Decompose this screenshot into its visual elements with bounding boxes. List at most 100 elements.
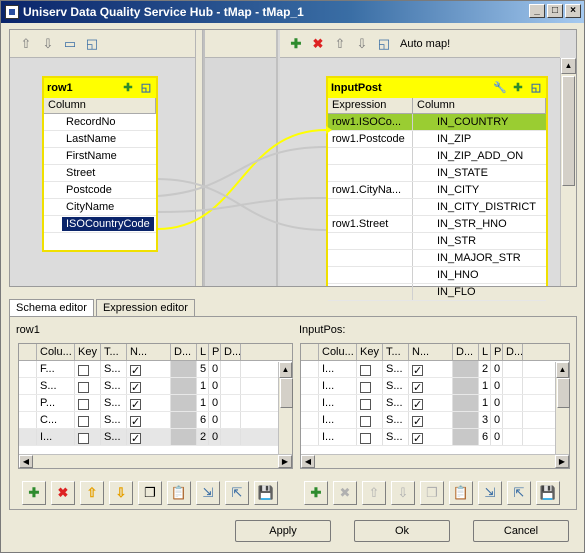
schema-row[interactable]: I... S... 20: [301, 361, 569, 378]
schema-row[interactable]: S... S... 10: [19, 378, 292, 395]
grid-header-cell[interactable]: T...: [383, 344, 409, 360]
move-down-icon[interactable]: ⇩: [391, 481, 415, 505]
grid-header-cell[interactable]: Key: [75, 344, 101, 360]
scroll-thumb[interactable]: [557, 378, 570, 408]
cancel-button[interactable]: Cancel: [473, 520, 569, 542]
schema-row[interactable]: I... S... 20: [19, 429, 292, 446]
nullable-checkbox[interactable]: [127, 412, 171, 428]
nullable-checkbox[interactable]: [409, 361, 453, 377]
scroll-right-icon[interactable]: ▶: [555, 455, 569, 468]
checkbox-icon[interactable]: [78, 381, 89, 393]
schema-row[interactable]: F... S... 50: [19, 361, 292, 378]
scroll-up-icon[interactable]: ▲: [556, 362, 569, 378]
grid-header-cell[interactable]: T...: [101, 344, 127, 360]
grid-header-cell[interactable]: Colu...: [319, 344, 357, 360]
key-checkbox[interactable]: [75, 395, 101, 411]
nullable-checkbox[interactable]: [127, 429, 171, 445]
checked-checkbox-icon[interactable]: [130, 380, 141, 394]
left-grid-vscroll[interactable]: ▲: [278, 362, 293, 454]
move-down-icon[interactable]: ⇩: [109, 481, 133, 505]
import-icon[interactable]: ⇲: [478, 481, 502, 505]
checked-checkbox-icon[interactable]: [412, 397, 423, 411]
checkbox-icon[interactable]: [78, 398, 89, 410]
export-icon[interactable]: ⇱: [507, 481, 531, 505]
schema-row[interactable]: I... S... 10: [301, 378, 569, 395]
minimize-button[interactable]: _: [529, 4, 545, 18]
nullable-checkbox[interactable]: [409, 429, 453, 445]
schema-row[interactable]: C... S... 60: [19, 412, 292, 429]
delete-icon[interactable]: ✖: [51, 481, 75, 505]
schema-row[interactable]: I... S... 60: [301, 429, 569, 446]
apply-button[interactable]: Apply: [235, 520, 331, 542]
copy-icon[interactable]: ❐: [138, 481, 162, 505]
move-up-icon[interactable]: ⇧: [362, 481, 386, 505]
add-icon[interactable]: ✚: [22, 481, 46, 505]
checkbox-icon[interactable]: [360, 381, 371, 393]
grid-header-cell[interactable]: Key: [357, 344, 383, 360]
schema-row[interactable]: P... S... 10: [19, 395, 292, 412]
scroll-thumb[interactable]: [280, 378, 293, 408]
key-checkbox[interactable]: [75, 361, 101, 377]
checked-checkbox-icon[interactable]: [130, 397, 141, 411]
checkbox-icon[interactable]: [360, 398, 371, 410]
grid-header-cell[interactable]: Colu...: [37, 344, 75, 360]
right-grid-hscroll[interactable]: ◀ ▶: [301, 454, 569, 468]
move-up-icon[interactable]: ⇧: [80, 481, 104, 505]
checkbox-icon[interactable]: [78, 415, 89, 427]
left-grid-hscroll[interactable]: ◀ ▶: [19, 454, 292, 468]
grid-header-cell[interactable]: N...: [409, 344, 453, 360]
left-schema-grid[interactable]: Colu...KeyT...N...D...LPD... F...S...50S…: [18, 343, 293, 469]
checkbox-icon[interactable]: [78, 364, 89, 376]
nullable-checkbox[interactable]: [127, 395, 171, 411]
nullable-checkbox[interactable]: [127, 361, 171, 377]
checked-checkbox-icon[interactable]: [412, 363, 423, 377]
nullable-checkbox[interactable]: [409, 395, 453, 411]
checkbox-icon[interactable]: [360, 432, 371, 444]
grid-header-cell[interactable]: L: [197, 344, 209, 360]
save-icon[interactable]: 💾: [536, 481, 560, 505]
right-grid-vscroll[interactable]: ▲: [555, 362, 570, 454]
checked-checkbox-icon[interactable]: [412, 431, 423, 445]
grid-header-cell[interactable]: D...: [171, 344, 197, 360]
schema-row[interactable]: I... S... 10: [301, 395, 569, 412]
grid-header-cell[interactable]: D...: [221, 344, 241, 360]
paste-icon[interactable]: 📋: [167, 481, 191, 505]
export-icon[interactable]: ⇱: [225, 481, 249, 505]
checked-checkbox-icon[interactable]: [130, 414, 141, 428]
key-checkbox[interactable]: [75, 378, 101, 394]
checked-checkbox-icon[interactable]: [412, 414, 423, 428]
grid-header-cell[interactable]: L: [479, 344, 491, 360]
copy-icon[interactable]: ❐: [420, 481, 444, 505]
scroll-up-icon[interactable]: ▲: [279, 362, 292, 378]
output-column-row[interactable]: IN_FLO: [328, 284, 546, 301]
key-checkbox[interactable]: [357, 429, 383, 445]
paste-icon[interactable]: 📋: [449, 481, 473, 505]
key-checkbox[interactable]: [75, 412, 101, 428]
schema-row[interactable]: I... S... 30: [301, 412, 569, 429]
right-schema-grid[interactable]: Colu...KeyT...N...D...LPD... I...S...20I…: [300, 343, 570, 469]
checked-checkbox-icon[interactable]: [412, 380, 423, 394]
import-icon[interactable]: ⇲: [196, 481, 220, 505]
grid-header-cell[interactable]: D...: [503, 344, 523, 360]
save-icon[interactable]: 💾: [254, 481, 278, 505]
close-button[interactable]: ×: [565, 4, 581, 18]
maximize-button[interactable]: □: [547, 4, 563, 18]
grid-header-cell[interactable]: P: [209, 344, 221, 360]
tab-expression-editor[interactable]: Expression editor: [95, 299, 195, 317]
checked-checkbox-icon[interactable]: [130, 363, 141, 377]
scroll-left-icon[interactable]: ◀: [301, 455, 315, 468]
nullable-checkbox[interactable]: [127, 378, 171, 394]
checkbox-icon[interactable]: [360, 415, 371, 427]
grid-header-cell[interactable]: N...: [127, 344, 171, 360]
scroll-right-icon[interactable]: ▶: [278, 455, 292, 468]
nullable-checkbox[interactable]: [409, 378, 453, 394]
checkbox-icon[interactable]: [360, 364, 371, 376]
key-checkbox[interactable]: [75, 429, 101, 445]
output-expression[interactable]: [328, 284, 413, 300]
tab-schema-editor[interactable]: Schema editor: [9, 299, 94, 317]
scroll-left-icon[interactable]: ◀: [19, 455, 33, 468]
key-checkbox[interactable]: [357, 361, 383, 377]
grid-header-cell[interactable]: D...: [453, 344, 479, 360]
key-checkbox[interactable]: [357, 395, 383, 411]
grid-header-cell[interactable]: [19, 344, 37, 360]
